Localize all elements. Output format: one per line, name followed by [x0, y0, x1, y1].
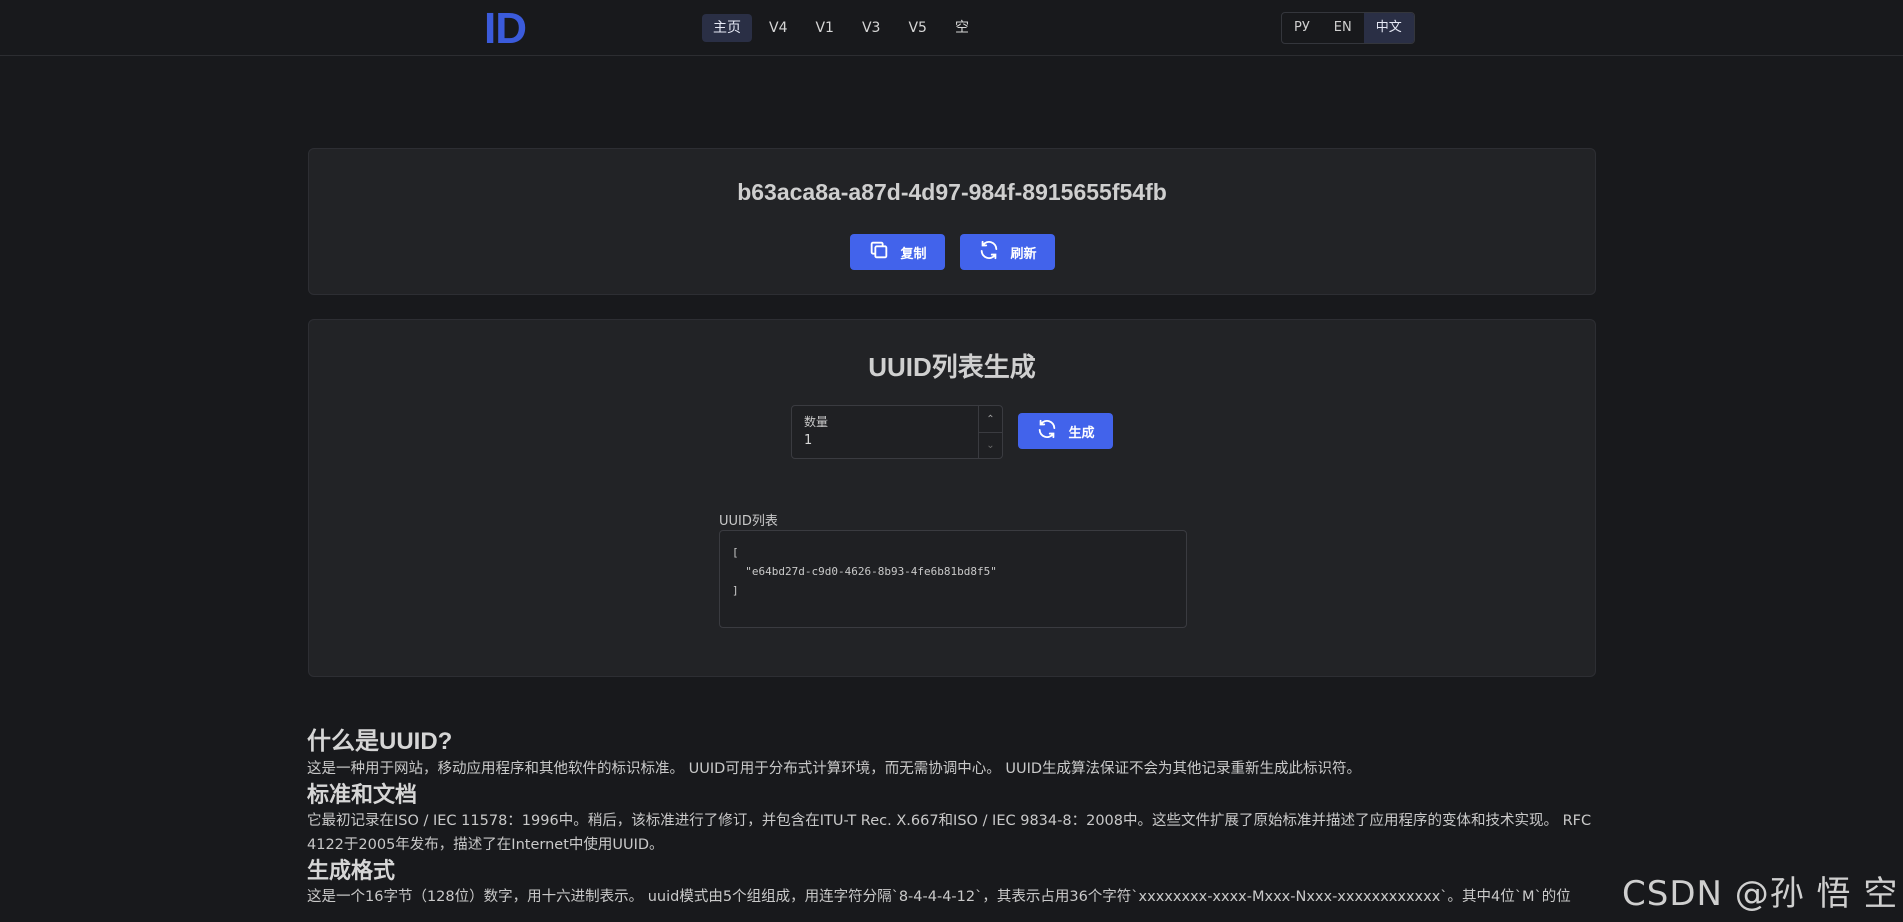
quantity-stepper: ⌃ ⌄: [978, 406, 1002, 458]
uuid-list-card: UUID列表生成 数量 1 ⌃ ⌄ 生成 UUID列表 [ "e64bd27d-…: [308, 319, 1596, 677]
quantity-field[interactable]: 数量 1 ⌃ ⌄: [791, 405, 1003, 459]
generate-button-label: 生成: [1068, 425, 1095, 441]
uuid-generator-card: b63aca8a-a87d-4d97-984f-8915655f54fb 复制 …: [308, 148, 1596, 295]
watermark: CSDN @孙 悟 空: [1622, 874, 1899, 914]
nav-item-home[interactable]: 主页: [702, 14, 752, 42]
generate-button[interactable]: 生成: [1018, 413, 1113, 449]
quantity-input[interactable]: 1: [804, 433, 812, 448]
refresh-icon: [1036, 418, 1058, 444]
copy-button-label: 复制: [900, 246, 927, 262]
paragraph-format: 这是一个16字节（128位）数字，用十六进制表示。 uuid模式由5个组组成，用…: [307, 889, 1571, 905]
chevron-down-icon[interactable]: ⌄: [979, 432, 1002, 458]
heading-standard: 标准和文档: [307, 782, 418, 807]
nav-item-v1[interactable]: V1: [804, 14, 844, 42]
paragraph-standard: 它最初记录在ISO / IEC 11578：1996中。稍后，该标准进行了修订，…: [307, 813, 1592, 853]
refresh-icon: [978, 239, 1000, 265]
refresh-button[interactable]: 刷新: [960, 234, 1055, 270]
refresh-button-label: 刷新: [1010, 246, 1037, 262]
heading-format: 生成格式: [307, 858, 396, 883]
copy-button[interactable]: 复制: [850, 234, 945, 270]
nav-item-v4[interactable]: V4: [758, 14, 798, 42]
lang-zh[interactable]: 中文: [1363, 13, 1414, 43]
copy-icon: [868, 239, 890, 265]
lang-en[interactable]: EN: [1322, 13, 1364, 43]
uuid-article: 什么是UUID? 这是一种用于网站，移动应用程序和其他软件的标识标准。 UUID…: [307, 727, 1597, 909]
main-nav: 主页 V4 V1 V3 V5 空: [702, 14, 980, 42]
chevron-up-icon[interactable]: ⌃: [979, 406, 1002, 432]
uuid-list-title: UUID列表生成: [868, 352, 1036, 382]
nav-item-empty[interactable]: 空: [944, 14, 980, 42]
uuid-list-textarea[interactable]: [ "e64bd27d-c9d0-4626-8b93-4fe6b81bd8f5"…: [719, 530, 1187, 628]
paragraph-what-is-uuid: 这是一种用于网站，移动应用程序和其他软件的标识标准。 UUID可用于分布式计算环…: [307, 761, 1362, 777]
heading-what-is-uuid: 什么是UUID?: [307, 728, 453, 755]
logo[interactable]: ID: [484, 4, 527, 54]
top-nav-bar: ID 主页 V4 V1 V3 V5 空 РУ EN 中文: [0, 0, 1903, 56]
generated-uuid[interactable]: b63aca8a-a87d-4d97-984f-8915655f54fb: [309, 179, 1595, 206]
uuid-list-label: UUID列表: [719, 514, 778, 529]
language-switcher: РУ EN 中文: [1281, 12, 1415, 44]
lang-ru[interactable]: РУ: [1282, 13, 1322, 43]
nav-item-v3[interactable]: V3: [851, 14, 891, 42]
quantity-label: 数量: [804, 415, 829, 429]
nav-item-v5[interactable]: V5: [897, 14, 937, 42]
